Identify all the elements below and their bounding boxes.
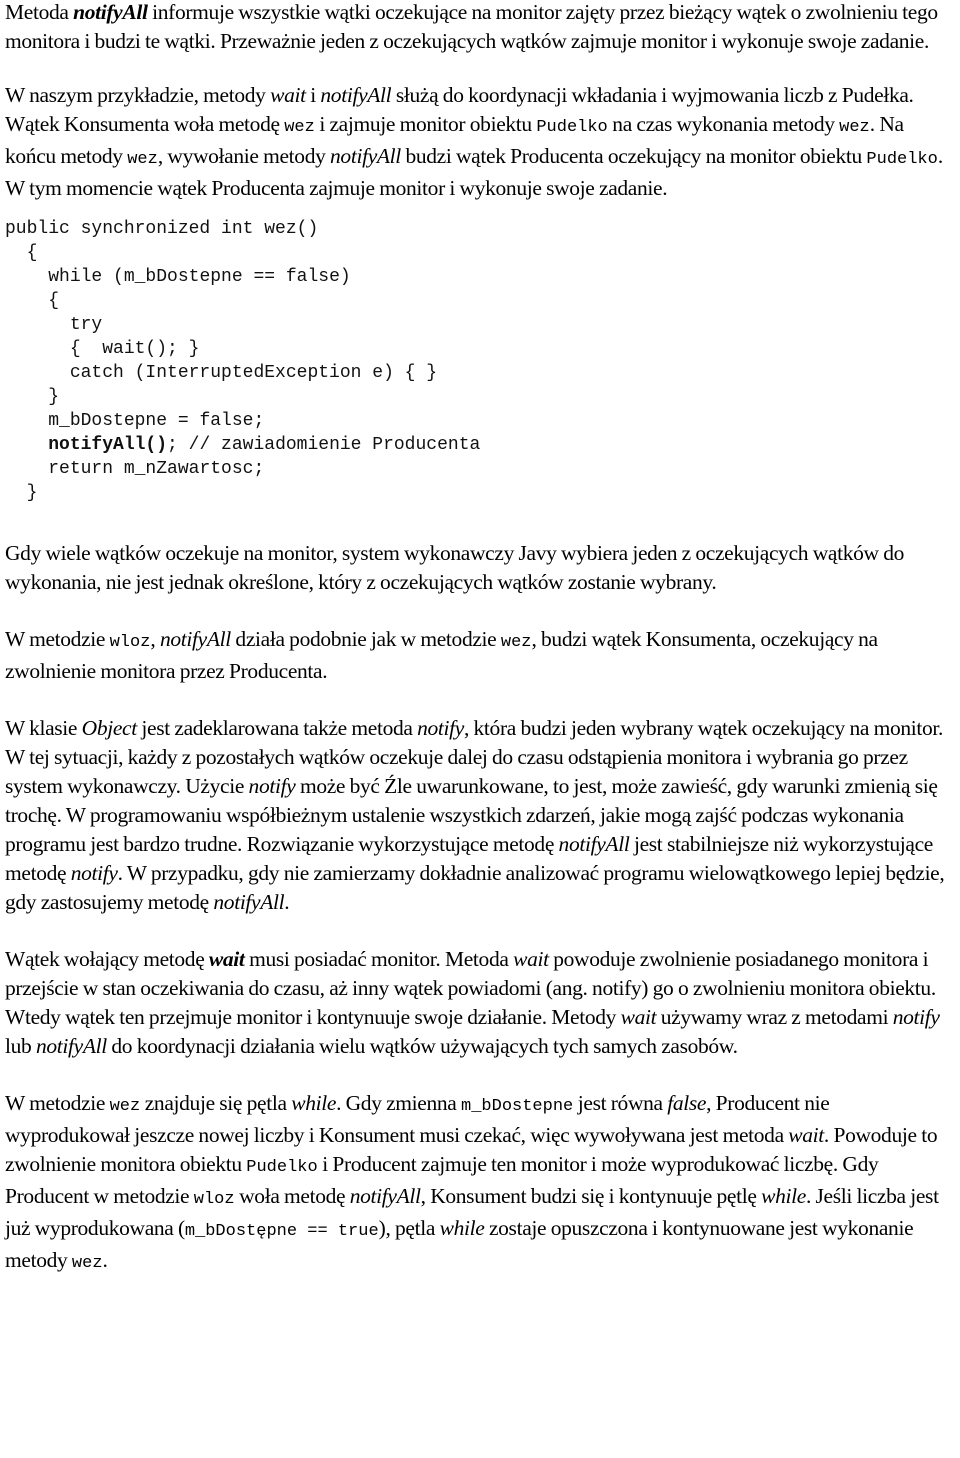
text-run: i: [305, 83, 321, 107]
code-line: }: [5, 385, 955, 409]
code-highlight: notifyAll(): [48, 435, 168, 455]
code-line: public synchronized int wez(): [5, 217, 955, 241]
code-text: { wait(); }: [69, 339, 200, 359]
paragraph: Wątek wołający metodę wait musi posiadać…: [5, 945, 955, 1061]
code-text: return m_nZawartosc;: [48, 459, 265, 479]
text-run: Metoda: [5, 0, 74, 24]
text-run: jest zadeklarowana także metoda: [136, 716, 418, 740]
text-run: ,: [150, 627, 160, 651]
emphasis-text: notifyAll: [349, 1184, 421, 1208]
paragraph: Metoda notifyAll informuje wszystkie wąt…: [5, 0, 955, 56]
code-text: ; // zawiadomienie Producenta: [167, 435, 481, 455]
emphasis-text: notify: [417, 716, 464, 740]
inline-code: Pudelko: [246, 1158, 318, 1177]
text-run: woła metodę: [234, 1184, 350, 1208]
emphasis-text: while: [439, 1216, 485, 1240]
code-text: catch (InterruptedException e) { }: [69, 363, 438, 383]
text-run: .: [102, 1248, 108, 1272]
text-run: W naszym przykładzie, metody: [5, 83, 271, 107]
inline-code: wloz: [193, 1190, 235, 1209]
emphasis-text: while: [291, 1091, 337, 1115]
code-text: try: [69, 315, 103, 335]
inline-code: wez: [284, 118, 315, 137]
inline-code: wloz: [109, 633, 151, 652]
code-text: public synchronized int wez(): [5, 219, 319, 239]
code-text: }: [26, 483, 38, 503]
text-run: Gdy wiele wątków oczekuje na monitor, sy…: [5, 541, 904, 594]
emphasis-text: notifyAll: [35, 1034, 107, 1058]
code-line: while (m_bDostepne == false): [5, 265, 955, 289]
text-run: jest równa: [573, 1091, 668, 1115]
code-line: }: [5, 481, 955, 505]
text-run: . W przypadku, gdy nie zamierzamy dokład…: [5, 861, 945, 914]
intro-section: Metoda notifyAll informuje wszystkie wąt…: [5, 0, 955, 203]
emphasis-text: notify: [892, 1005, 940, 1029]
emphasis-text: notifyAll: [320, 83, 392, 107]
emphasis-text: notifyAll: [159, 627, 231, 651]
text-run: Wątek wołający metodę: [5, 947, 209, 971]
paragraph: W klasie Object jest zadeklarowana także…: [5, 714, 955, 917]
text-run: musi posiadać monitor. Metoda: [244, 947, 514, 971]
inline-code: Pudelko: [866, 150, 938, 169]
inline-code: wez: [500, 633, 532, 652]
paragraph: Gdy wiele wątków oczekuje na monitor, sy…: [5, 539, 955, 597]
inline-code: Pudelko: [536, 118, 608, 137]
text-run: W klasie: [5, 716, 82, 740]
text-run: ), pętla: [378, 1216, 440, 1240]
emphasis-text: wait: [270, 83, 306, 107]
code-line: {: [5, 241, 955, 265]
code-line: try: [5, 313, 955, 337]
emphasis-text: notifyAll: [330, 144, 401, 168]
inline-code: wez: [71, 1254, 103, 1273]
document-page: Metoda notifyAll informuje wszystkie wąt…: [0, 0, 955, 1278]
emphasis-text: while: [761, 1184, 806, 1208]
text-run: . Gdy zmienna: [336, 1091, 462, 1115]
text-run: działa podobnie jak w metodzie: [230, 627, 501, 651]
text-run: budzi wątek Producenta oczekujący na mon…: [400, 144, 867, 168]
text-run: W metodzie: [5, 627, 110, 651]
text-run: używamy wraz z metodami: [656, 1005, 893, 1029]
emphasis-text: notify: [70, 861, 118, 885]
emphasis-text: wait: [513, 947, 549, 971]
code-text: {: [26, 243, 38, 263]
emphasis-text: notifyAll: [73, 0, 148, 24]
code-text: m_bDostepne = false;: [48, 411, 265, 431]
code-line: {: [5, 289, 955, 313]
text-run: i zajmuje monitor obiektu: [314, 112, 537, 136]
code-text: {: [48, 291, 60, 311]
emphasis-text: Object: [81, 716, 138, 740]
inline-code: wez: [127, 150, 158, 169]
emphasis-text: false: [667, 1091, 707, 1115]
explanation-section: Gdy wiele wątków oczekuje na monitor, sy…: [5, 539, 955, 1278]
paragraph: W metodzie wez znajduje się pętla while.…: [5, 1089, 955, 1278]
text-run: na czas wykonania metody: [607, 112, 840, 136]
inline-code: wez: [839, 118, 870, 137]
text-run: .: [284, 890, 290, 914]
inline-code: wez: [109, 1097, 141, 1116]
emphasis-text: notifyAll: [213, 890, 285, 914]
code-line: catch (InterruptedException e) { }: [5, 361, 955, 385]
emphasis-text: notify: [248, 774, 296, 798]
code-line: return m_nZawartosc;: [5, 457, 955, 481]
text-run: W metodzie: [5, 1091, 110, 1115]
code-block-wez-method: public synchronized int wez() { while (m…: [5, 217, 955, 505]
emphasis-text: wait: [620, 1005, 657, 1029]
code-text: }: [48, 387, 60, 407]
text-run: lub: [5, 1034, 36, 1058]
inline-code: m_bDostepne: [461, 1097, 574, 1116]
code-line: notifyAll(); // zawiadomienie Producenta: [5, 433, 955, 457]
emphasis-text: wait: [208, 947, 245, 971]
emphasis-text: wait: [788, 1123, 824, 1147]
text-run: , Konsument budzi się i kontynuuje pętlę: [420, 1184, 762, 1208]
text-run: do koordynacji działania wielu wątków uż…: [106, 1034, 738, 1058]
text-run: znajduje się pętla: [140, 1091, 292, 1115]
emphasis-text: notifyAll: [558, 832, 630, 856]
paragraph: W metodzie wloz, notifyAll działa podobn…: [5, 625, 955, 686]
code-line: { wait(); }: [5, 337, 955, 361]
text-run: , wywołanie metody: [157, 144, 331, 168]
paragraph: W naszym przykładzie, metody wait i noti…: [5, 81, 955, 203]
code-line: m_bDostepne = false;: [5, 409, 955, 433]
code-text: while (m_bDostepne == false): [48, 267, 351, 287]
inline-code: m_bDostępne == true: [184, 1222, 379, 1241]
